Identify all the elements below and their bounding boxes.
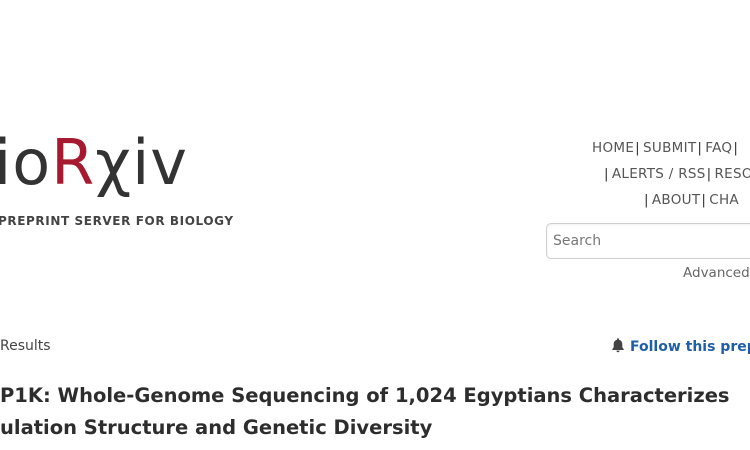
nav-submit-link[interactable]: SUBMIT — [643, 140, 696, 156]
advanced-search-link[interactable]: Advanced — [683, 265, 750, 281]
article-title: P1K: Whole-Genome Sequencing of 1,024 Eg… — [0, 380, 750, 444]
nav-home-link[interactable]: HOME — [592, 140, 634, 156]
search-input[interactable] — [547, 224, 750, 258]
nav-faq-link[interactable]: FAQ — [705, 140, 732, 156]
nav-resources-link[interactable]: RESO — [714, 166, 750, 182]
nav-separator: | — [604, 166, 609, 182]
nav-about-link[interactable]: ABOUT — [652, 192, 701, 208]
logo-text-r: R — [51, 126, 96, 199]
nav-separator: | — [701, 192, 707, 208]
nav-separator: | — [635, 140, 641, 156]
nav-separator: | — [733, 140, 739, 156]
top-nav-row-3: | ABOUT| CHA — [643, 192, 750, 208]
top-nav-row-1: HOME| SUBMIT| FAQ| — [592, 140, 750, 156]
nav-separator: | — [644, 192, 649, 208]
follow-label: Follow this prep — [630, 339, 750, 355]
nav-separator: | — [697, 140, 703, 156]
logo-text-suffix: χiv — [95, 126, 188, 199]
bell-icon — [612, 338, 624, 353]
nav-alerts-rss-link[interactable]: ALERTS / RSS — [612, 166, 706, 182]
article-title-line-2: ulation Structure and Genetic Diversity — [0, 416, 433, 439]
article-title-line-1: P1K: Whole-Genome Sequencing of 1,024 Eg… — [0, 384, 730, 407]
search-box — [546, 223, 750, 259]
site-tagline: PREPRINT SERVER FOR BIOLOGY — [0, 214, 234, 228]
nav-channels-link[interactable]: CHA — [709, 192, 739, 208]
breadcrumb-results[interactable]: Results — [0, 338, 51, 354]
follow-preprint-link[interactable]: Follow this prep — [611, 337, 750, 355]
logo-text-prefix: io — [0, 126, 52, 199]
page: ioRχiv PREPRINT SERVER FOR BIOLOGY HOME|… — [0, 0, 750, 450]
top-nav-row-2: | ALERTS / RSS| RESO — [603, 166, 750, 182]
biorxiv-logo[interactable]: ioRχiv — [0, 128, 188, 198]
